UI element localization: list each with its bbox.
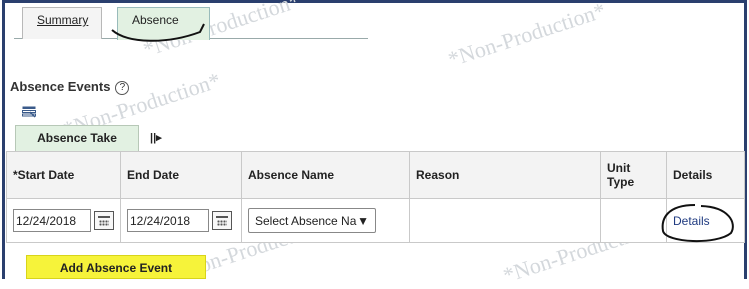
section-title: Absence Events? [10,79,130,95]
dropdown-arrow-icon: ▼ [357,213,369,228]
cell-absence-name: Select Absence Na ▼ [241,198,410,243]
absence-name-select[interactable]: Select Absence Na ▼ [248,208,376,233]
expand-columns-icon[interactable]: ||▸ [150,131,162,144]
absence-name-value: Select Absence Na [255,213,357,228]
column-header-end-date: End Date [120,151,242,199]
cell-reason [409,198,601,243]
cell-end-date [120,198,242,243]
tab-summary[interactable]: Summary [22,7,102,39]
column-header-details: Details [666,151,745,199]
tab-absence-take[interactable]: Absence Take [15,125,139,151]
help-icon[interactable]: ? [115,81,130,95]
column-header-start-date: *Start Date [6,151,121,199]
section-title-label: Absence Events [10,79,111,94]
column-header-absence-name: Absence Name [241,151,410,199]
grid-view-icon[interactable] [22,106,36,118]
add-absence-event-button[interactable]: Add Absence Event [26,255,206,279]
column-header-unit-type: Unit Type [600,151,667,199]
table-header-row: *Start Date End Date Absence Name Reason… [6,151,745,199]
calendar-icon[interactable] [212,211,232,230]
table-row: Select Absence Na ▼ Details [6,198,745,243]
calendar-icon[interactable] [94,211,114,230]
cell-start-date [6,198,121,243]
start-date-input[interactable] [13,209,91,232]
column-header-reason: Reason [409,151,601,199]
hand-drawn-underline [111,23,205,42]
absence-events-table: *Start Date End Date Absence Name Reason… [6,151,745,243]
hand-drawn-circle [661,204,734,242]
end-date-input[interactable] [127,209,209,232]
